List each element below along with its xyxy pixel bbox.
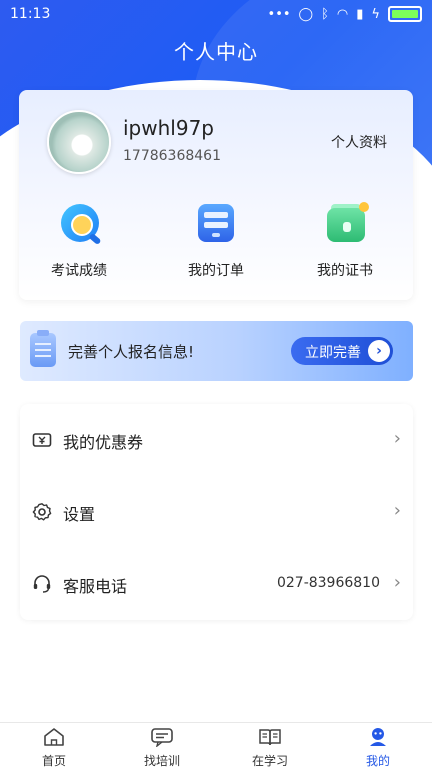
tab-home[interactable]: 首页 — [0, 727, 108, 769]
clipboard-icon — [30, 330, 56, 367]
more-icon: ••• — [267, 6, 291, 22]
status-icons: ••• ◯ ᛒ ◠ ▮ ϟ — [268, 6, 422, 22]
profile-card: ipwhl97p 17786368461 个人资料 考试成绩 我的订单 我的证书 — [19, 90, 413, 300]
charging-icon: ϟ — [371, 6, 380, 22]
battery-icon — [388, 6, 422, 22]
bottom-tab-bar: 首页 找培训 在学习 我的 — [0, 722, 432, 769]
exam-score-icon — [55, 200, 103, 248]
tab-label: 我的 — [365, 754, 390, 768]
wifi-icon: ◠ — [336, 6, 349, 22]
status-bar: 11:13 ••• ◯ ᛒ ◠ ▮ ϟ — [0, 0, 432, 30]
bluetooth-icon: ᛒ — [321, 6, 329, 22]
alarm-icon: ◯ — [298, 6, 314, 22]
menu-list: 我的优惠券 › 设置 › 客服电话 027-83966810 › — [20, 404, 413, 620]
menu-item-label: 设置 — [63, 505, 96, 524]
username: ipwhl97p — [123, 116, 214, 140]
menu-item-customer-service[interactable]: 客服电话 027-83966810 › — [20, 548, 413, 620]
page-title: 个人中心 — [174, 40, 258, 64]
my-certificates-button[interactable]: 我的证书 — [285, 200, 405, 280]
tab-label: 首页 — [41, 754, 66, 768]
coupon-icon — [32, 433, 52, 447]
tab-learning[interactable]: 在学习 — [216, 727, 324, 769]
my-certificates-label: 我的证书 — [317, 263, 373, 279]
customer-service-phone: 027-83966810 — [276, 575, 380, 591]
avatar[interactable] — [47, 110, 111, 174]
my-orders-label: 我的订单 — [188, 263, 244, 279]
menu-item-label: 我的优惠券 — [63, 433, 144, 452]
user-icon — [370, 728, 386, 746]
menu-item-settings[interactable]: 设置 › — [20, 476, 413, 548]
order-icon — [192, 200, 240, 248]
my-orders-button[interactable]: 我的订单 — [156, 200, 276, 280]
menu-item-coupons[interactable]: 我的优惠券 › — [20, 404, 413, 476]
complete-info-banner[interactable]: 完善个人报名信息! 立即完善 › — [20, 321, 413, 381]
exam-score-label: 考试成绩 — [51, 263, 107, 279]
complete-now-label: 立即完善 — [305, 345, 361, 361]
complete-now-button[interactable]: 立即完善 › — [291, 337, 393, 365]
gear-icon — [32, 503, 52, 521]
message-icon — [151, 728, 173, 748]
signal-icon: ▮ — [356, 6, 364, 22]
headset-icon — [33, 575, 51, 593]
banner-text: 完善个人报名信息! — [68, 343, 195, 361]
book-icon — [259, 729, 281, 746]
tab-label: 在学习 — [251, 754, 288, 768]
tab-mine[interactable]: 我的 — [324, 727, 432, 769]
tab-find-training[interactable]: 找培训 — [108, 727, 216, 769]
chevron-right-icon: › — [393, 428, 401, 449]
exam-score-button[interactable]: 考试成绩 — [19, 200, 139, 280]
chevron-right-icon: › — [393, 572, 401, 593]
menu-item-label: 客服电话 — [63, 577, 128, 596]
tab-label: 找培训 — [143, 754, 180, 768]
status-time: 11:13 — [10, 6, 51, 22]
phone-number: 17786368461 — [123, 148, 221, 164]
home-icon — [44, 728, 64, 746]
profile-details-link[interactable]: 个人资料 — [331, 132, 387, 152]
certificate-icon — [321, 200, 369, 248]
chevron-right-icon: › — [368, 340, 390, 362]
chevron-right-icon: › — [393, 500, 401, 521]
